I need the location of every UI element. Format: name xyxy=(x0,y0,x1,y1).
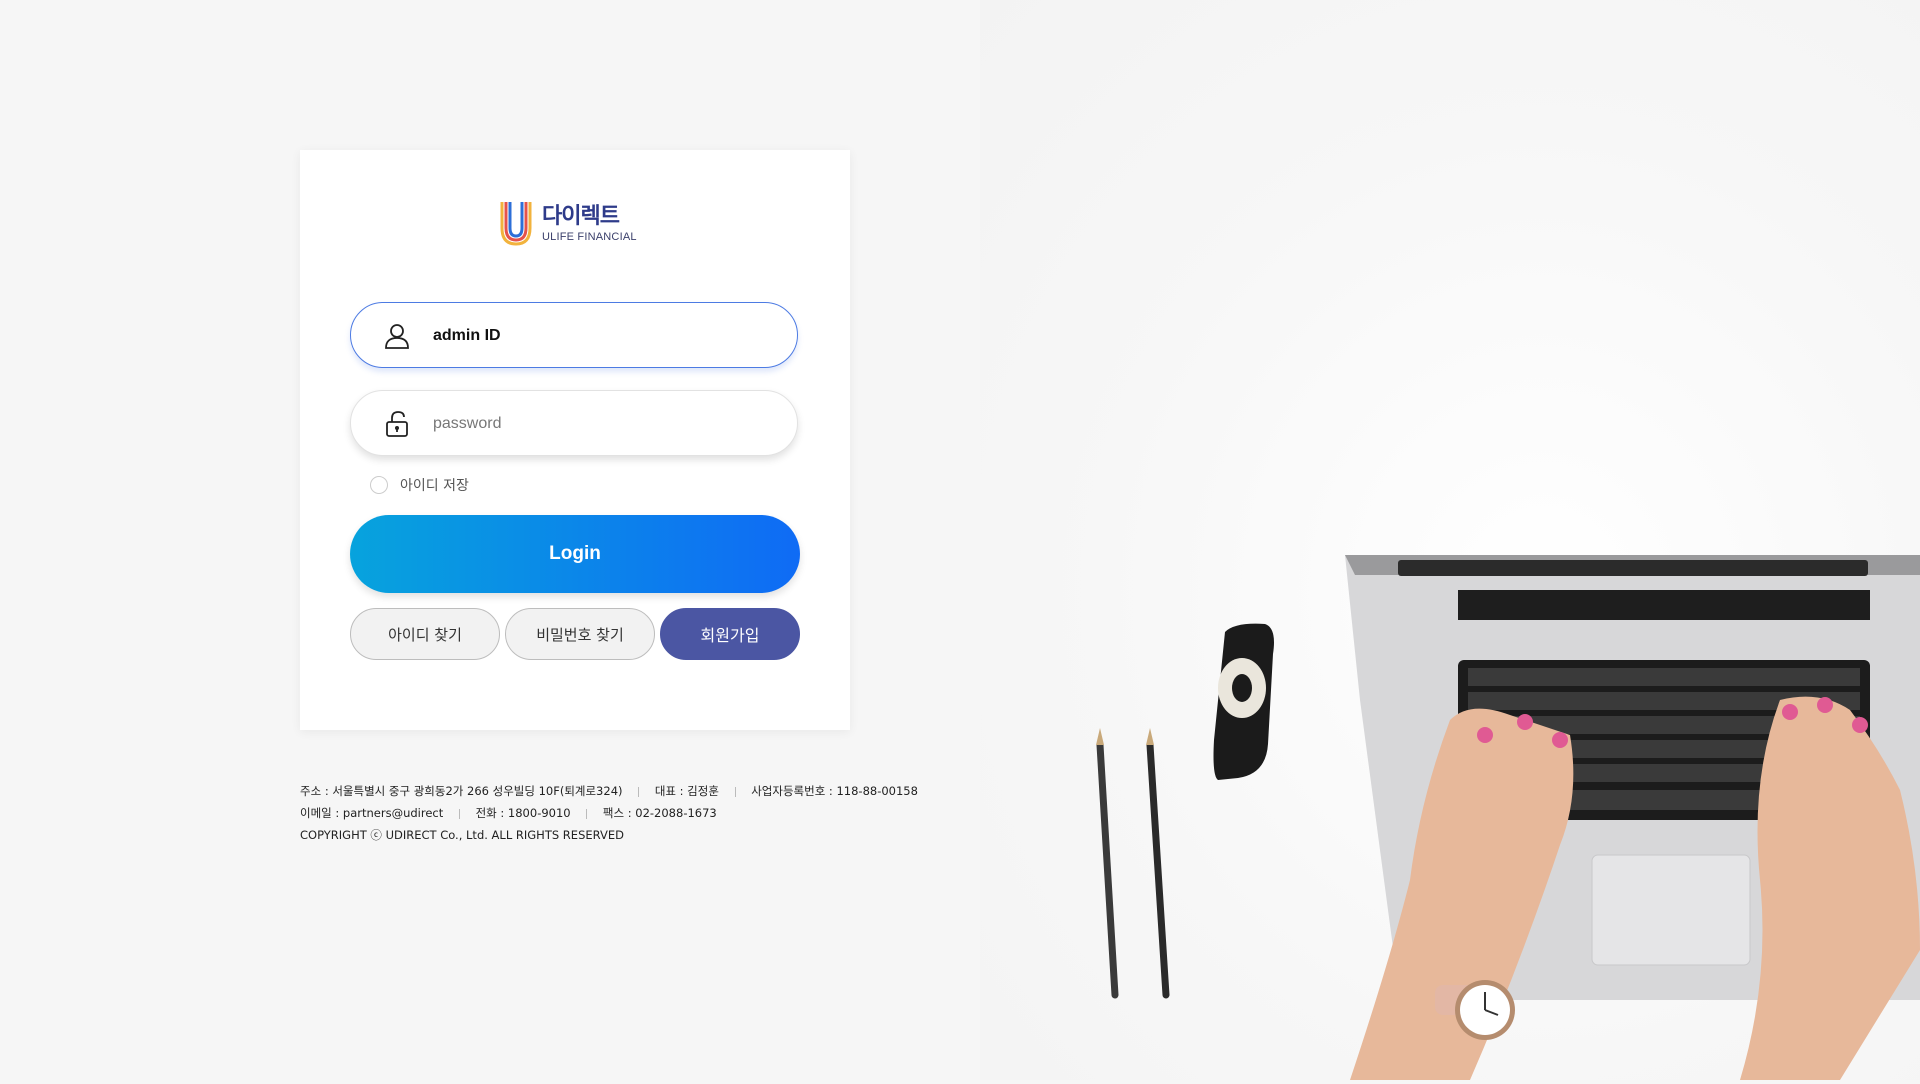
lock-icon xyxy=(386,411,408,437)
brand-name-english: ULIFE FINANCIAL xyxy=(542,230,637,243)
footer-copyright: COPYRIGHT ⓒ UDIRECT Co., Ltd. ALL RIGHTS… xyxy=(300,828,624,842)
footer: 주소 : 서울특별시 중구 광희동2가 266 성우빌딩 10F(퇴계로324)… xyxy=(300,780,918,846)
find-password-button[interactable]: 비밀번호 찾기 xyxy=(505,608,655,660)
divider xyxy=(586,808,588,819)
remember-id-radio[interactable] xyxy=(370,476,388,494)
brand-name-korean: 다이렉트 xyxy=(542,203,620,229)
divider xyxy=(458,808,460,819)
signup-button[interactable]: 회원가입 xyxy=(660,608,800,660)
desk-illustration xyxy=(1096,555,1920,1080)
login-card: 다이렉트 ULIFE FINANCIAL 아이디 저장 Login 아이디 찾기… xyxy=(300,150,850,730)
password-input[interactable] xyxy=(431,391,775,457)
id-field-container[interactable] xyxy=(350,302,798,369)
footer-row-company: 주소 : 서울특별시 중구 광희동2가 266 성우빌딩 10F(퇴계로324)… xyxy=(300,780,918,802)
footer-address: 주소 : 서울특별시 중구 광희동2가 266 성우빌딩 10F(퇴계로324) xyxy=(300,784,623,798)
remember-id-toggle[interactable]: 아이디 저장 xyxy=(370,475,469,495)
footer-fax: 팩스 : 02-2088-1673 xyxy=(602,806,717,820)
pencils-illustration xyxy=(1096,728,1170,999)
footer-row-contact: 이메일 : partners@udirect 전화 : 1800-9010 팩스… xyxy=(300,802,918,824)
footer-email: 이메일 : partners@udirect xyxy=(300,806,444,820)
footer-phone: 전화 : 1800-9010 xyxy=(475,806,571,820)
background-desk-photo xyxy=(980,0,1920,1080)
find-id-button[interactable]: 아이디 찾기 xyxy=(350,608,500,660)
password-field-container[interactable] xyxy=(350,390,798,457)
user-icon xyxy=(385,324,409,349)
divider xyxy=(638,786,640,797)
footer-ceo: 대표 : 김정훈 xyxy=(654,784,719,798)
id-input[interactable] xyxy=(431,303,775,369)
tape-dispenser-illustration xyxy=(1213,623,1274,780)
remember-id-label: 아이디 저장 xyxy=(400,478,469,494)
footer-biz-no: 사업자등록번호 : 118-88-00158 xyxy=(751,784,918,798)
login-button[interactable]: Login xyxy=(350,515,800,593)
logo: 다이렉트 ULIFE FINANCIAL xyxy=(498,200,637,248)
divider xyxy=(734,786,736,797)
u-logo-icon xyxy=(500,202,532,246)
